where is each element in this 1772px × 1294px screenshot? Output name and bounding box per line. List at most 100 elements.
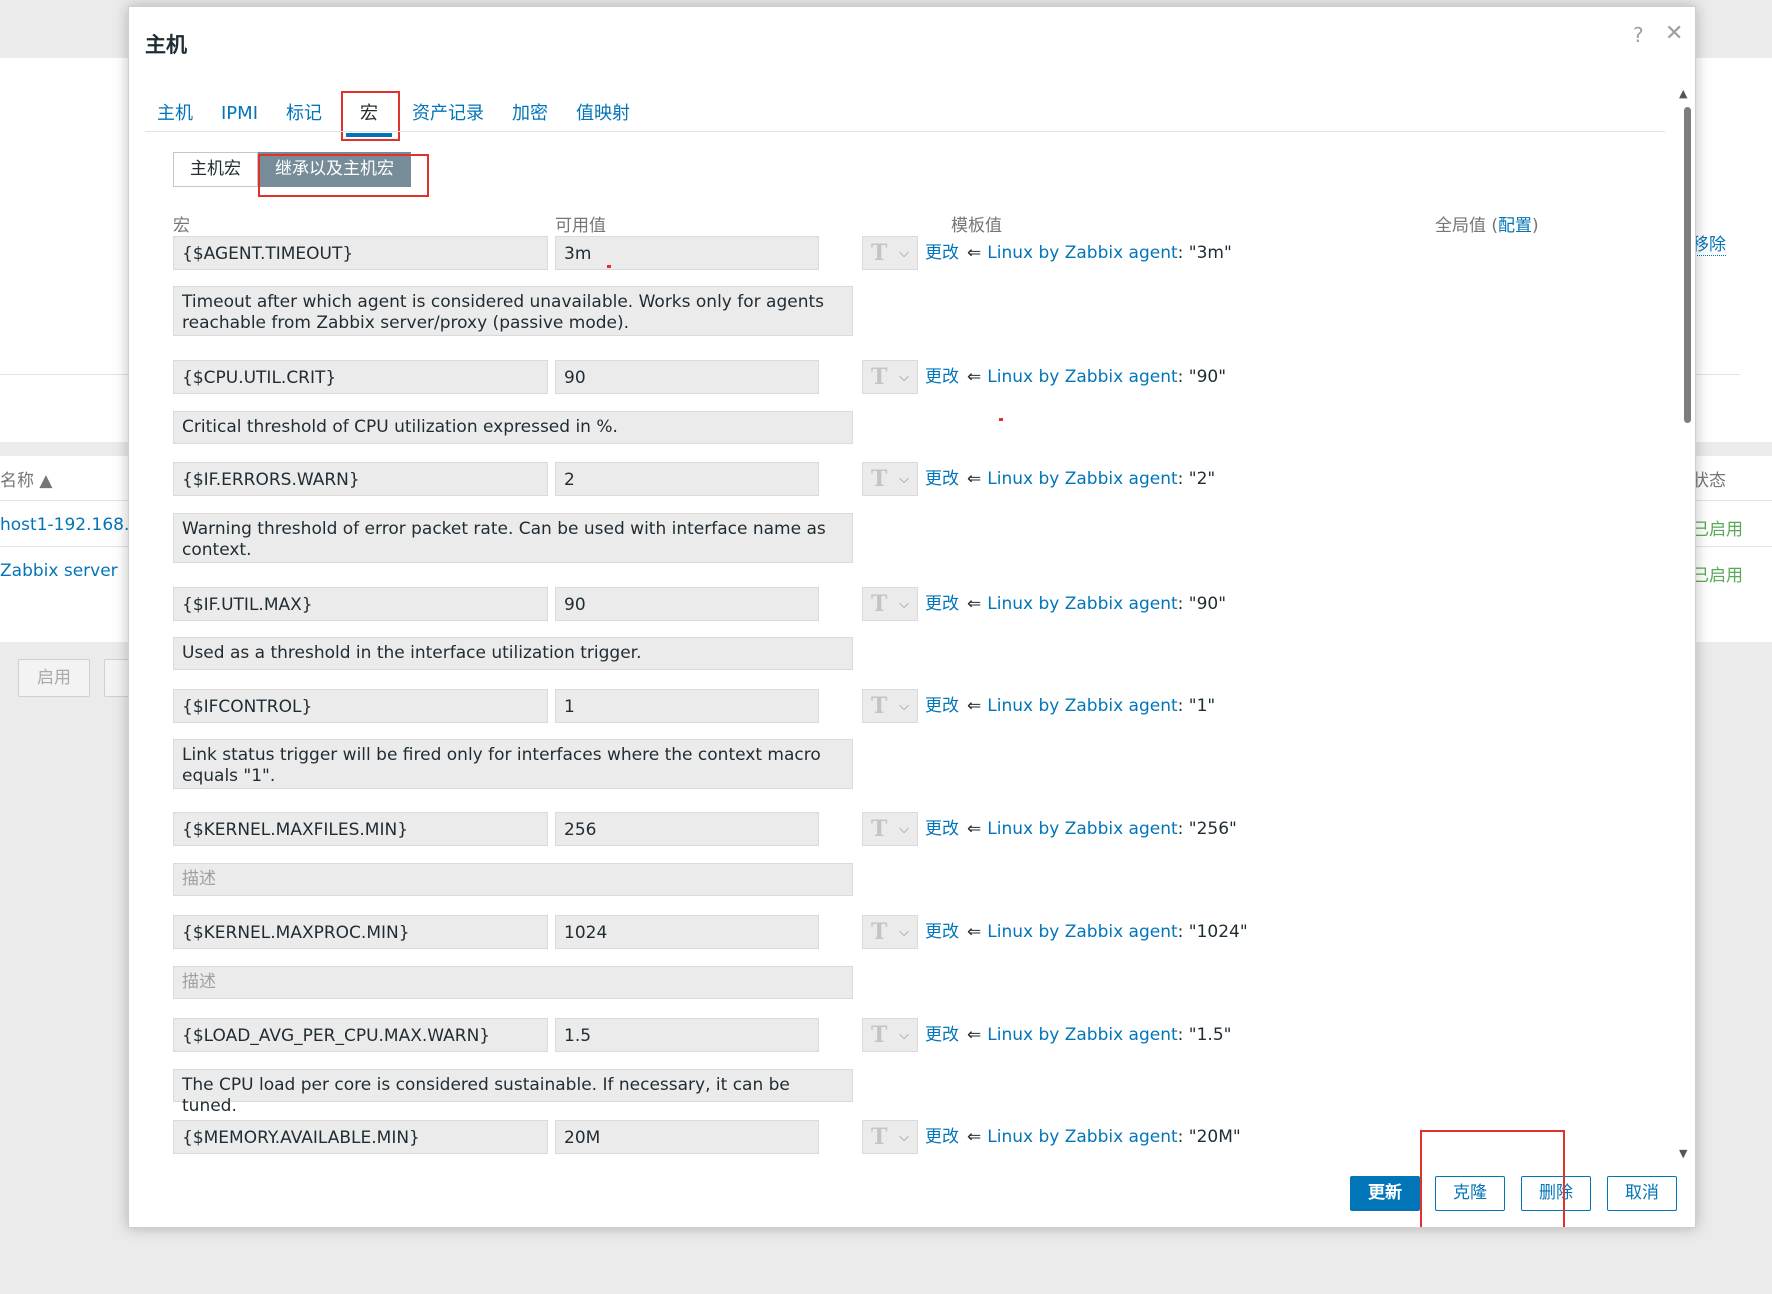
template-value: : "256" (1177, 819, 1237, 839)
template-link[interactable]: Linux by Zabbix agent (987, 367, 1177, 387)
tab-inventory[interactable]: 资产记录 (402, 97, 498, 133)
value-type-dropdown[interactable]: T ⌵ (862, 360, 918, 394)
chevron-down-icon: ⌵ (899, 472, 909, 487)
tab-host[interactable]: 主机 (143, 97, 207, 133)
tab-divider (145, 131, 1665, 132)
macro-actions: 更改 ⇐ Linux by Zabbix agent: "90" (925, 587, 1226, 621)
help-icon[interactable]: ? (1633, 23, 1644, 47)
scrollbar-thumb[interactable] (1684, 107, 1691, 423)
value-type-dropdown[interactable]: T ⌵ (862, 1018, 918, 1052)
tab-tags[interactable]: 标记 (272, 97, 336, 133)
macro-name-field[interactable]: {$CPU.UTIL.CRIT} (173, 360, 548, 394)
template-link[interactable]: Linux by Zabbix agent (987, 594, 1177, 614)
macro-description[interactable]: The CPU load per core is considered sust… (173, 1069, 853, 1116)
macro-description[interactable]: Critical threshold of CPU utilization ex… (173, 411, 853, 444)
host-status-link[interactable]: 已启用 (1692, 515, 1743, 540)
macro-value-field[interactable]: 2 (555, 462, 819, 496)
macro-description[interactable]: Link status trigger will be fired only f… (173, 739, 853, 789)
column-header-status[interactable]: 状态 (1692, 466, 1726, 491)
macro-name-field[interactable]: {$IF.ERRORS.WARN} (173, 462, 548, 496)
change-link[interactable]: 更改 (925, 469, 959, 489)
remove-link[interactable]: 移除 (1692, 230, 1726, 256)
change-link[interactable]: 更改 (925, 1127, 959, 1147)
template-value: : "2" (1177, 469, 1216, 489)
macro-name-field[interactable]: {$KERNEL.MAXPROC.MIN} (173, 915, 548, 949)
macro-value-field[interactable]: 90 (555, 587, 819, 621)
tab-encryption[interactable]: 加密 (498, 97, 562, 133)
macro-name-field[interactable]: {$MEMORY.AVAILABLE.MIN} (173, 1120, 548, 1154)
macro-description[interactable]: 描述 (173, 966, 853, 999)
global-config-link[interactable]: 配置 (1498, 216, 1532, 236)
macro-name-field[interactable]: {$AGENT.TIMEOUT} (173, 236, 548, 270)
annotation-mark (607, 265, 611, 268)
value-type-dropdown[interactable]: T ⌵ (862, 462, 918, 496)
macro-name-field[interactable]: {$IF.UTIL.MAX} (173, 587, 548, 621)
value-type-dropdown[interactable]: T ⌵ (862, 689, 918, 723)
macro-row: {$IFCONTROL} 1 T ⌵ 更改 ⇐ Linux by Zabbix age… (173, 689, 1373, 725)
value-type-dropdown[interactable]: T ⌵ (862, 915, 918, 949)
chevron-down-icon: ⌵ (899, 699, 909, 714)
macro-name-field[interactable]: {$LOAD_AVG_PER_CPU.MAX.WARN} (173, 1018, 548, 1052)
template-link[interactable]: Linux by Zabbix agent (987, 469, 1177, 489)
value-type-dropdown[interactable]: T ⌵ (862, 1120, 918, 1154)
template-link[interactable]: Linux by Zabbix agent (987, 819, 1177, 839)
chevron-down-icon: ⌵ (899, 822, 909, 837)
tab-value-mapping[interactable]: 值映射 (562, 97, 644, 133)
macro-value-field[interactable]: 1.5 (555, 1018, 819, 1052)
template-link[interactable]: Linux by Zabbix agent (987, 1127, 1177, 1147)
text-type-icon: T (871, 816, 888, 842)
close-icon[interactable]: ✕ (1665, 21, 1683, 46)
arrow-left-icon: ⇐ (967, 367, 982, 387)
tab-ipmi[interactable]: IPMI (207, 97, 272, 133)
host-name-link[interactable]: Zabbix server (0, 561, 118, 581)
text-type-icon: T (871, 240, 888, 266)
column-header-name[interactable]: 名称 ▲ (0, 466, 52, 491)
scroll-up-arrow-icon[interactable]: ▲ (1679, 87, 1687, 100)
value-type-dropdown[interactable]: T ⌵ (862, 812, 918, 846)
text-type-icon: T (871, 693, 888, 719)
scroll-down-arrow-icon[interactable]: ▼ (1679, 1147, 1687, 1160)
macro-actions: 更改 ⇐ Linux by Zabbix agent: "3m" (925, 236, 1232, 270)
macro-value-field[interactable]: 3m (555, 236, 819, 270)
macro-description[interactable]: Timeout after which agent is considered … (173, 286, 853, 336)
template-value: : "20M" (1177, 1127, 1241, 1147)
column-effective-value: 可用值 (555, 216, 606, 236)
enable-button[interactable]: 启用 (18, 659, 90, 697)
arrow-left-icon: ⇐ (967, 922, 982, 942)
template-link[interactable]: Linux by Zabbix agent (987, 696, 1177, 716)
macro-row: {$AGENT.TIMEOUT} 3m T ⌵ 更改 ⇐ Linux by Zabbi… (173, 236, 1373, 272)
macro-value-field[interactable]: 20M (555, 1120, 819, 1154)
arrow-left-icon: ⇐ (967, 243, 982, 263)
macro-value-field[interactable]: 1 (555, 689, 819, 723)
change-link[interactable]: 更改 (925, 1025, 959, 1045)
macro-description[interactable]: Used as a threshold in the interface uti… (173, 637, 853, 670)
host-status-link[interactable]: 已启用 (1692, 561, 1743, 586)
change-link[interactable]: 更改 (925, 594, 959, 614)
cancel-button[interactable]: 取消 (1607, 1176, 1677, 1211)
macro-name-field[interactable]: {$IFCONTROL} (173, 689, 548, 723)
change-link[interactable]: 更改 (925, 367, 959, 387)
template-link[interactable]: Linux by Zabbix agent (987, 922, 1177, 942)
text-type-icon: T (871, 1022, 888, 1048)
macro-value-field[interactable]: 1024 (555, 915, 819, 949)
template-value: : "1024" (1177, 922, 1248, 942)
macro-actions: 更改 ⇐ Linux by Zabbix agent: "256" (925, 812, 1237, 846)
macro-description[interactable]: Warning threshold of error packet rate. … (173, 513, 853, 563)
template-link[interactable]: Linux by Zabbix agent (987, 243, 1177, 263)
chevron-down-icon: ⌵ (899, 370, 909, 385)
macro-name-field[interactable]: {$KERNEL.MAXFILES.MIN} (173, 812, 548, 846)
value-type-dropdown[interactable]: T ⌵ (862, 236, 918, 270)
update-button[interactable]: 更新 (1350, 1176, 1420, 1211)
template-link[interactable]: Linux by Zabbix agent (987, 1025, 1177, 1045)
chevron-down-icon: ⌵ (899, 246, 909, 261)
change-link[interactable]: 更改 (925, 243, 959, 263)
change-link[interactable]: 更改 (925, 696, 959, 716)
value-type-dropdown[interactable]: T ⌵ (862, 587, 918, 621)
host-macros-button[interactable]: 主机宏 (173, 152, 258, 187)
macro-description[interactable]: 描述 (173, 863, 853, 896)
change-link[interactable]: 更改 (925, 922, 959, 942)
macro-value-field[interactable]: 256 (555, 812, 819, 846)
chevron-down-icon: ⌵ (899, 925, 909, 940)
macro-value-field[interactable]: 90 (555, 360, 819, 394)
change-link[interactable]: 更改 (925, 819, 959, 839)
